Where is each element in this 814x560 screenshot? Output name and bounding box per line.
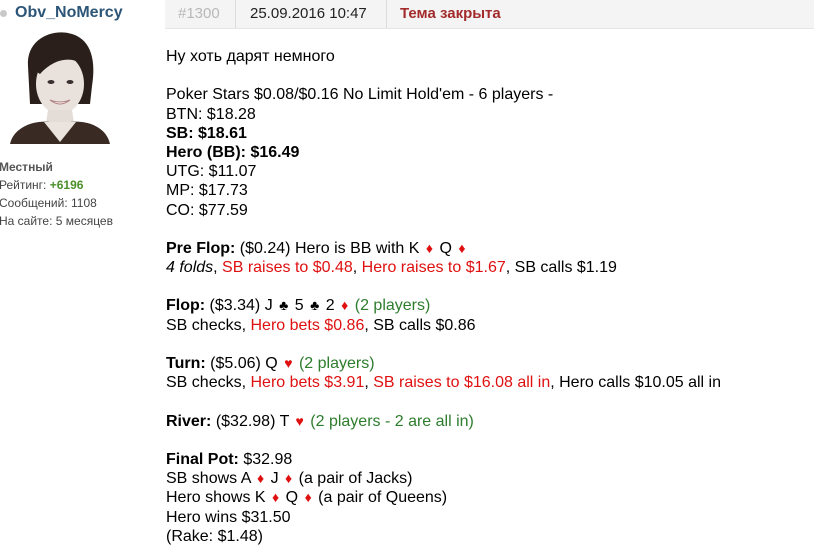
rating-value: +6196 bbox=[49, 178, 84, 192]
sb-raise-action: SB raises to $16.08 all in bbox=[373, 374, 551, 392]
flop-header: Flop: ($3.34) J ♣ 5 ♣ 2 ♦ (2 players) bbox=[166, 296, 814, 315]
header-divider bbox=[235, 0, 236, 28]
players-count: (2 players) bbox=[298, 355, 375, 372]
final-pot-label: Final Pot: bbox=[166, 450, 239, 468]
diamond-suit-icon: ♦ bbox=[272, 489, 280, 506]
river-header: River: ($32.98) T ♥ (2 players - 2 are a… bbox=[166, 412, 814, 431]
preflop-actions: 4 folds, SB raises to $0.48, Hero raises… bbox=[166, 258, 814, 277]
diamond-suit-icon: ♦ bbox=[425, 239, 434, 256]
player-stack: CO: $77.59 bbox=[166, 201, 248, 219]
diamond-suit-icon: ♦ bbox=[256, 470, 265, 487]
hand-description: (a pair of Jacks) bbox=[298, 470, 413, 488]
turn-pot: ($5.06) Q bbox=[210, 355, 278, 372]
card-rank: Q bbox=[285, 489, 299, 507]
card-rank: Q bbox=[439, 239, 452, 257]
diamond-suit-icon: ♦ bbox=[341, 297, 349, 314]
offline-status-icon bbox=[0, 10, 7, 17]
user-post-count: Сообщений: 1108 bbox=[0, 194, 113, 212]
action-separator: , bbox=[213, 259, 223, 277]
preflop-pot: ($0.24) Hero is BB with K bbox=[239, 239, 420, 257]
post-number-link[interactable]: #1300 bbox=[178, 0, 220, 28]
action-separator: , bbox=[364, 374, 374, 392]
user-time-on-site: На сайте: 5 месяцев bbox=[0, 212, 113, 230]
card-rank: 5 bbox=[294, 297, 304, 315]
river-pot: ($32.98) T bbox=[215, 412, 290, 430]
sb-call-action: , SB calls $0.86 bbox=[364, 316, 476, 334]
player-stack: BTN: $18.28 bbox=[166, 105, 256, 123]
sb-raise-action: SB raises to $0.48 bbox=[222, 259, 353, 277]
rake: (Rake: $1.48) bbox=[166, 527, 263, 545]
street-label: Flop: bbox=[166, 297, 206, 315]
sb-check-action: SB checks, bbox=[166, 374, 251, 392]
final-pot: Final Pot: $32.98 bbox=[166, 450, 814, 469]
post-body: Ну хоть дарят немного Poker Stars $0.08/… bbox=[166, 47, 814, 546]
players-count: (2 players) bbox=[354, 297, 431, 315]
hero-shows-text: Hero shows K bbox=[166, 489, 266, 507]
card-rank: 2 bbox=[325, 297, 335, 315]
user-avatar-photo-icon bbox=[0, 26, 112, 144]
post-intro: Ну хоть дарят немного bbox=[166, 48, 335, 65]
player-stack: MP: $17.73 bbox=[166, 182, 248, 200]
hero-call-action: , Hero calls $10.05 all in bbox=[550, 374, 721, 392]
user-panel: Obv_NoMercy Местный Рейтинг: +6196 Сообщ… bbox=[0, 0, 150, 560]
hero-bet-action: Hero bets $3.91 bbox=[250, 374, 365, 392]
sb-check-action: SB checks, bbox=[166, 316, 251, 334]
final-pot-value: $32.98 bbox=[243, 450, 293, 468]
club-suit-icon: ♣ bbox=[279, 297, 289, 314]
sb-shows-text: SB shows A bbox=[166, 470, 251, 488]
hero-wins: Hero wins $31.50 bbox=[166, 508, 291, 526]
posts-value: 1108 bbox=[71, 196, 97, 210]
sb-shows: SB shows A ♦ J ♦ (a pair of Jacks) bbox=[166, 469, 814, 488]
post-date: 25.09.2016 10:47 bbox=[250, 5, 367, 22]
game-description: Poker Stars $0.08/$0.16 No Limit Hold'em… bbox=[166, 86, 554, 104]
username-link[interactable]: Obv_NoMercy bbox=[15, 4, 123, 22]
topic-closed-status: Тема закрыта bbox=[400, 5, 501, 22]
turn-header: Turn: ($5.06) Q ♥ (2 players) bbox=[166, 354, 814, 373]
diamond-suit-icon: ♦ bbox=[304, 489, 312, 506]
heart-suit-icon: ♥ bbox=[284, 355, 293, 371]
user-rating: Рейтинг: +6196 bbox=[0, 176, 113, 194]
diamond-suit-icon: ♦ bbox=[458, 239, 466, 256]
player-stack: Hero (BB): $16.49 bbox=[166, 143, 300, 161]
card-rank: J bbox=[270, 470, 279, 488]
hero-shows: Hero shows K ♦ Q ♦ (a pair of Queens) bbox=[166, 488, 814, 507]
header-divider bbox=[386, 0, 387, 28]
street-label: River: bbox=[166, 412, 212, 430]
online-value: 5 месяцев bbox=[55, 214, 113, 228]
flop-actions: SB checks, Hero bets $0.86, SB calls $0.… bbox=[166, 316, 814, 335]
action-separator: , bbox=[352, 259, 362, 277]
post-header: #1300 25.09.2016 10:47 Тема закрыта bbox=[165, 0, 814, 29]
user-meta: Местный Рейтинг: +6196 Сообщений: 1108 Н… bbox=[0, 158, 113, 230]
player-stack: SB: $18.61 bbox=[166, 124, 247, 142]
players-count: (2 players - 2 are all in) bbox=[310, 412, 474, 430]
user-rank: Местный bbox=[0, 160, 53, 174]
turn-actions: SB checks, Hero bets $3.91, SB raises to… bbox=[166, 373, 814, 392]
online-label: На сайте: bbox=[0, 214, 53, 228]
avatar[interactable] bbox=[0, 26, 112, 144]
hero-raise-action: Hero raises to $1.67 bbox=[361, 259, 506, 277]
sb-call-action: , SB calls $1.19 bbox=[505, 259, 617, 277]
club-suit-icon: ♣ bbox=[310, 297, 320, 314]
folds-action: 4 folds bbox=[166, 259, 214, 277]
heart-suit-icon: ♥ bbox=[295, 412, 304, 429]
hand-description: (a pair of Queens) bbox=[318, 489, 448, 507]
hero-bet-action: Hero bets $0.86 bbox=[250, 316, 365, 334]
flop-pot: ($3.34) J bbox=[209, 297, 273, 315]
diamond-suit-icon: ♦ bbox=[285, 470, 293, 487]
preflop-header: Pre Flop: ($0.24) Hero is BB with K ♦ Q … bbox=[166, 239, 814, 258]
rating-label: Рейтинг: bbox=[0, 178, 47, 192]
posts-label: Сообщений: bbox=[0, 196, 68, 210]
street-label: Turn: bbox=[166, 355, 206, 372]
street-label: Pre Flop: bbox=[166, 239, 236, 257]
player-stack: UTG: $11.07 bbox=[166, 163, 257, 181]
